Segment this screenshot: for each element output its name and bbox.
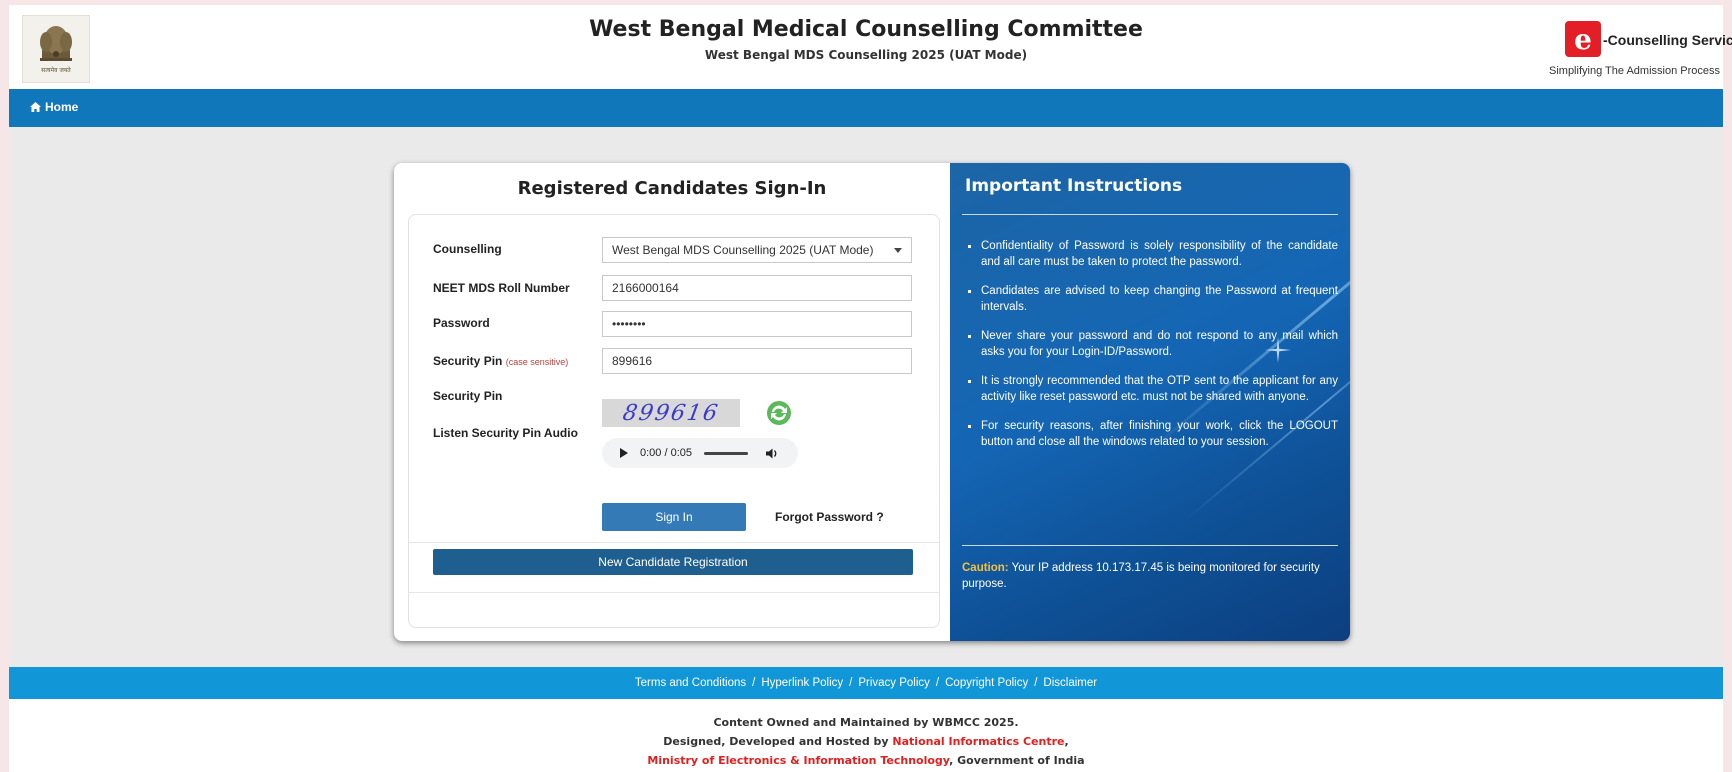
password-label: Password bbox=[433, 316, 490, 330]
counselling-select[interactable]: West Bengal MDS Counselling 2025 (UAT Mo… bbox=[602, 237, 912, 263]
roll-number-input[interactable]: 2166000164 bbox=[602, 275, 912, 301]
footer-links-bar: Terms and Conditions / Hyperlink Policy … bbox=[9, 667, 1723, 699]
footer-credits: Content Owned and Maintained by WBMCC 20… bbox=[9, 713, 1723, 770]
volume-icon[interactable] bbox=[766, 448, 778, 459]
security-pin-audio-player[interactable]: 0:00 / 0:05 bbox=[602, 438, 798, 468]
brand-name: -Counselling Services bbox=[1603, 32, 1732, 48]
audio-time: 0:00 / 0:05 bbox=[640, 447, 692, 459]
link-separator: / bbox=[752, 677, 756, 689]
link-separator: / bbox=[935, 677, 940, 689]
instruction-item: Confidentiality of Password is solely re… bbox=[965, 238, 1338, 270]
instructions-title: Important Instructions bbox=[965, 176, 1183, 196]
header-titles: West Bengal Medical Counselling Committe… bbox=[9, 17, 1723, 62]
audio-progress-track[interactable] bbox=[704, 451, 748, 455]
hyperlink-policy-link[interactable]: Hyperlink Policy bbox=[761, 677, 843, 689]
instruction-item: It is strongly recommended that the OTP … bbox=[965, 373, 1338, 405]
captcha-text: 899616 bbox=[620, 400, 722, 426]
footer-ownership-line: Content Owned and Maintained by WBMCC 20… bbox=[713, 716, 1019, 729]
home-icon bbox=[30, 102, 41, 112]
instructions-panel: Important Instructions Confidentiality o… bbox=[950, 163, 1350, 641]
copyright-policy-link[interactable]: Copyright Policy bbox=[945, 677, 1028, 689]
instruction-item: Candidates are advised to keep changing … bbox=[965, 283, 1338, 315]
instructions-divider bbox=[962, 214, 1338, 215]
footer-developer-prefix: Designed, Developed and Hosted by bbox=[663, 735, 893, 748]
nav-home-link[interactable]: Home bbox=[30, 100, 78, 114]
play-icon[interactable] bbox=[620, 448, 628, 458]
form-divider bbox=[409, 592, 939, 593]
site-title: West Bengal Medical Counselling Committe… bbox=[589, 17, 1143, 42]
page: सत्यमेव जयते West Bengal Medical Counsel… bbox=[9, 5, 1732, 772]
instruction-item: For security reasons, after finishing yo… bbox=[965, 418, 1338, 450]
nav-home-label: Home bbox=[45, 100, 79, 114]
audio-label: Listen Security Pin Audio bbox=[433, 426, 578, 440]
footer-developer-line: Designed, Developed and Hosted by Nation… bbox=[9, 732, 1723, 751]
security-pin-input-label: Security Pin (case sensitive) bbox=[433, 354, 568, 368]
sign-in-button[interactable]: Sign In bbox=[602, 503, 746, 531]
footer-ministry-suffix: , Government of India bbox=[949, 754, 1085, 767]
chevron-down-icon bbox=[894, 248, 902, 253]
security-pin-label-text: Security Pin bbox=[433, 354, 503, 368]
terms-link[interactable]: Terms and Conditions bbox=[635, 677, 746, 689]
refresh-captcha-icon[interactable] bbox=[765, 399, 793, 427]
signin-title: Registered Candidates Sign-In bbox=[517, 178, 827, 199]
e-counselling-brand: e -Counselling Services Simplifying The … bbox=[1529, 18, 1732, 80]
brand-tagline: Simplifying The Admission Process bbox=[1549, 65, 1720, 77]
site-subtitle: West Bengal MDS Counselling 2025 (UAT Mo… bbox=[704, 48, 1028, 62]
top-navbar: Home bbox=[9, 89, 1723, 127]
instructions-list: Confidentiality of Password is solely re… bbox=[965, 238, 1338, 463]
new-registration-button[interactable]: New Candidate Registration bbox=[433, 549, 913, 575]
main-content: Registered Candidates Sign-In Counsellin… bbox=[9, 127, 1723, 667]
privacy-policy-link[interactable]: Privacy Policy bbox=[858, 677, 930, 689]
link-separator: / bbox=[849, 677, 853, 689]
signin-panel: Registered Candidates Sign-In Counsellin… bbox=[394, 163, 950, 641]
security-pin-input[interactable]: 899616 bbox=[602, 348, 912, 374]
captcha-image: 899616 bbox=[602, 399, 740, 427]
form-divider bbox=[409, 542, 939, 543]
nic-link[interactable]: National Informatics Centre bbox=[892, 735, 1064, 748]
signin-card: Registered Candidates Sign-In Counsellin… bbox=[394, 163, 1350, 641]
instruction-item: Never share your password and do not res… bbox=[965, 328, 1338, 360]
password-input[interactable]: •••••••• bbox=[602, 311, 912, 337]
security-pin-image-label: Security Pin bbox=[433, 389, 503, 403]
caution-divider bbox=[962, 545, 1338, 546]
footer-ministry-line: Ministry of Electronics & Information Te… bbox=[9, 751, 1723, 770]
case-sensitive-hint: (case sensitive) bbox=[505, 357, 569, 367]
caution-label: Caution: bbox=[962, 562, 1009, 574]
counselling-select-value: West Bengal MDS Counselling 2025 (UAT Mo… bbox=[612, 243, 874, 257]
emblem-caption: सत्यमेव जयते bbox=[41, 66, 71, 74]
caution-notice: Caution: Your IP address 10.173.17.45 is… bbox=[962, 560, 1338, 592]
meity-link[interactable]: Ministry of Electronics & Information Te… bbox=[647, 754, 949, 767]
link-separator: / bbox=[1034, 677, 1038, 689]
footer-developer-suffix: , bbox=[1064, 735, 1069, 748]
counselling-label: Counselling bbox=[433, 242, 502, 256]
caution-text: Your IP address 10.173.17.45 is being mo… bbox=[962, 562, 1320, 590]
forgot-password-link[interactable]: Forgot Password ? bbox=[775, 510, 884, 524]
e-counselling-logo-icon: e bbox=[1565, 21, 1601, 57]
disclaimer-link[interactable]: Disclaimer bbox=[1043, 677, 1097, 689]
site-header: सत्यमेव जयते West Bengal Medical Counsel… bbox=[9, 5, 1732, 89]
signin-form: Counselling West Bengal MDS Counselling … bbox=[408, 214, 940, 628]
roll-number-label: NEET MDS Roll Number bbox=[433, 281, 570, 295]
